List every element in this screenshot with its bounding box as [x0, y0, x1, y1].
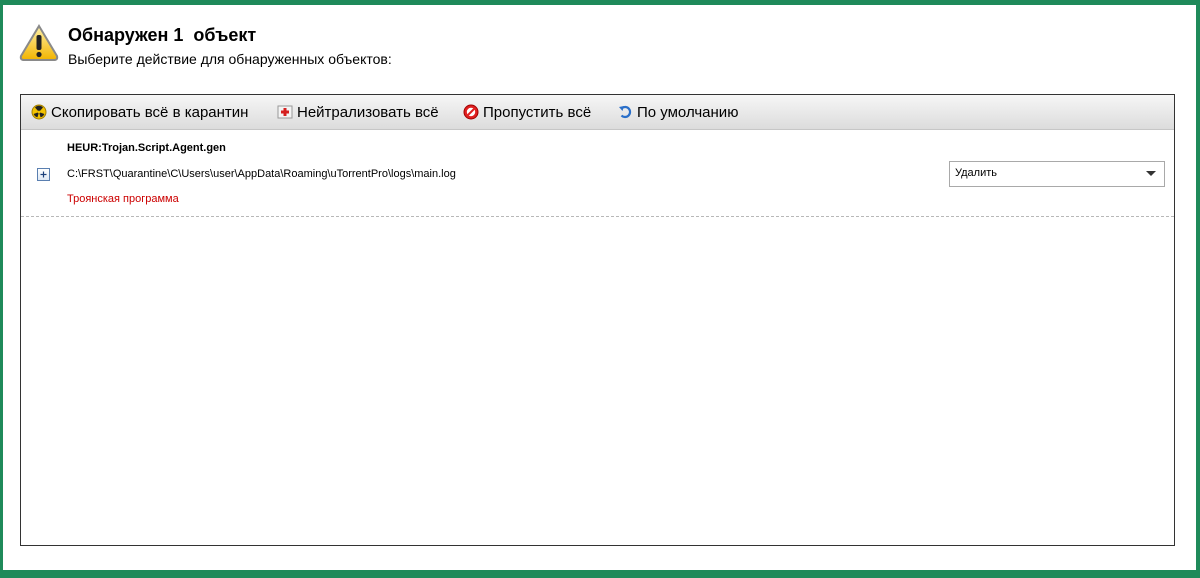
window-frame-bottom — [0, 570, 1200, 578]
action-dropdown[interactable]: Удалить — [949, 161, 1165, 187]
threat-name: HEUR:Trojan.Script.Agent.gen — [67, 142, 226, 154]
action-dropdown-value: Удалить — [955, 167, 997, 179]
window-frame-top — [0, 0, 1200, 5]
expand-icon[interactable] — [37, 168, 50, 181]
neutralize-all-label: Нейтрализовать всё — [297, 103, 439, 121]
prohibited-icon — [463, 104, 479, 120]
skip-all-button[interactable]: Пропустить всё — [463, 95, 591, 129]
row-divider — [21, 216, 1174, 217]
threat-file-path: C:\FRST\Quarantine\C\Users\user\AppData\… — [67, 168, 456, 180]
detected-objects-panel: Скопировать всё в карантин Нейтрализоват… — [20, 94, 1175, 546]
page-subtitle: Выберите действие для обнаруженных объек… — [68, 51, 392, 67]
radiation-icon — [31, 104, 47, 120]
window-frame-left — [0, 0, 3, 578]
default-action-label: По умолчанию — [637, 103, 739, 121]
undo-icon — [619, 105, 632, 119]
quarantine-all-button[interactable]: Скопировать всё в карантин — [31, 95, 248, 129]
first-aid-icon — [277, 105, 293, 119]
page-title: Обнаружен 1 объект — [68, 25, 257, 45]
threat-type: Троянская программа — [67, 193, 179, 205]
toolbar: Скопировать всё в карантин Нейтрализоват… — [21, 95, 1174, 130]
neutralize-all-button[interactable]: Нейтрализовать всё — [277, 95, 439, 129]
quarantine-all-label: Скопировать всё в карантин — [51, 103, 249, 121]
warning-icon — [19, 24, 59, 66]
skip-all-label: Пропустить всё — [483, 103, 592, 121]
chevron-down-icon — [1146, 171, 1156, 176]
window-frame-right — [1196, 0, 1200, 578]
default-action-button[interactable]: По умолчанию — [617, 95, 738, 129]
